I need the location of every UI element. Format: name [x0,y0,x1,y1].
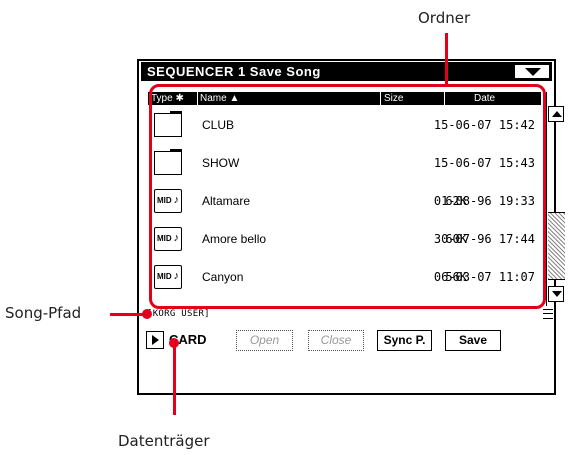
callout-datentraeger: Datenträger [118,432,210,450]
drive-select-arrow[interactable] [146,331,164,349]
page-menu-button[interactable] [514,64,550,79]
song-pfad-dot [142,309,152,319]
menu-lines-icon [543,309,553,319]
chevron-down-icon [525,68,541,76]
ordner-callout-line [445,33,448,85]
scroll-up-arrow[interactable] [548,106,564,122]
callout-song-pfad: Song-Pfad [5,304,82,322]
title-bar: SEQUENCER 1 Save Song [141,62,552,81]
sync-p-button[interactable]: Sync P. [377,330,432,351]
scroll-thumb[interactable] [548,212,565,280]
song-pfad-callout-line [110,313,145,316]
triangle-right-icon [152,335,159,345]
song-path: [KORG USER] [147,309,210,319]
open-button[interactable]: Open [236,330,293,351]
save-button[interactable]: Save [445,330,501,351]
datentraeger-dot [169,338,179,348]
window-title: SEQUENCER 1 Save Song [147,64,321,79]
scrollbar[interactable] [546,92,565,306]
callout-ordner: Ordner [418,9,471,27]
ordner-highlight [149,84,546,309]
close-button[interactable]: Close [308,330,364,351]
datentraeger-callout-line [173,342,176,415]
scroll-down-arrow[interactable] [548,286,564,302]
